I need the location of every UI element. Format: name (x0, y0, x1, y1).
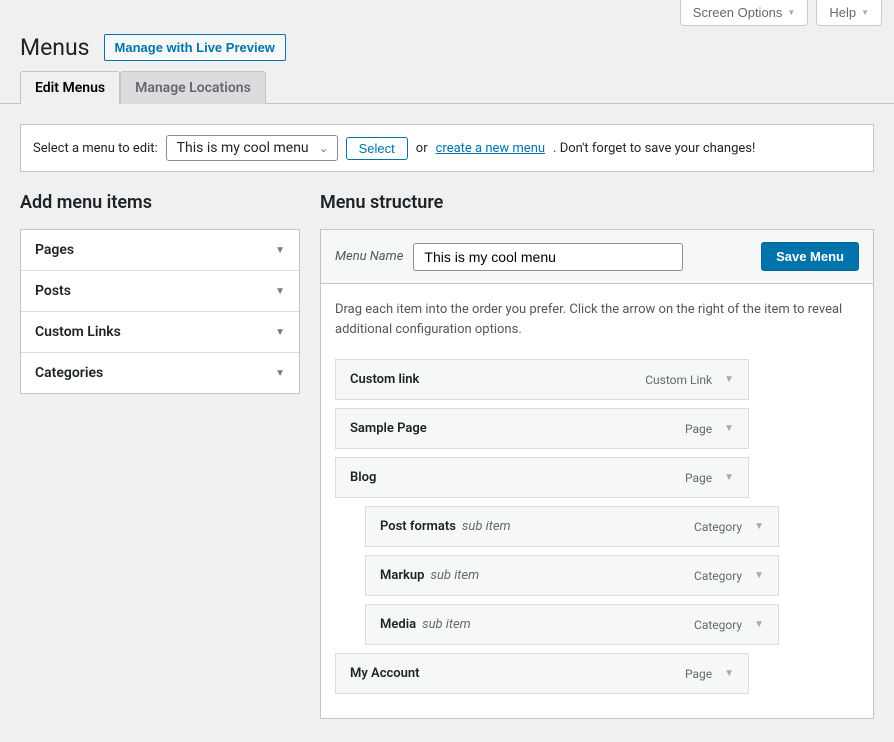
chevron-down-icon: ▼ (861, 8, 869, 17)
menu-item-title: Post formats sub item (380, 519, 511, 534)
tab-manage-locations[interactable]: Manage Locations (120, 71, 266, 104)
accordion-item-custom-links[interactable]: Custom Links ▼ (21, 312, 299, 353)
caret-down-icon[interactable]: ▼ (754, 521, 764, 532)
caret-down-icon: ▼ (275, 245, 285, 256)
instructions-text: Drag each item into the order you prefer… (335, 300, 859, 339)
main-content: Add menu items Pages ▼ Posts ▼ Custom Links ▼… (0, 192, 894, 719)
select-button[interactable]: Select (346, 137, 408, 160)
menu-item-title-text: Post formats (380, 519, 456, 534)
menu-item-type: Category (694, 520, 742, 534)
select-menu-label: Select a menu to edit: (33, 141, 158, 156)
menu-dropdown[interactable]: This is my cool menu ⌄ (166, 135, 338, 161)
accordion-item-pages[interactable]: Pages ▼ (21, 230, 299, 271)
menu-item-type: Page (685, 667, 712, 681)
screen-options-label: Screen Options (693, 5, 783, 20)
accordion-label: Custom Links (35, 324, 121, 340)
menu-item-title: Sample Page (350, 421, 427, 436)
menu-item[interactable]: My Account Page ▼ (335, 653, 749, 694)
menu-item[interactable]: Blog Page ▼ (335, 457, 749, 498)
or-text: or (416, 141, 428, 156)
caret-down-icon: ▼ (275, 286, 285, 297)
menu-item[interactable]: Sample Page Page ▼ (335, 408, 749, 449)
help-button[interactable]: Help ▼ (816, 0, 882, 26)
menu-item-meta: Page ▼ (685, 422, 734, 436)
add-items-panel: Add menu items Pages ▼ Posts ▼ Custom Links ▼… (20, 192, 300, 719)
page-title: Menus (20, 34, 90, 61)
menu-item-title-text: Custom link (350, 372, 419, 387)
caret-down-icon[interactable]: ▼ (724, 423, 734, 434)
menu-name-input[interactable] (413, 243, 683, 271)
structure-heading: Menu structure (320, 192, 874, 213)
chevron-down-icon: ▼ (787, 8, 795, 17)
structure-box: Menu Name Save Menu Drag each item into … (320, 229, 874, 719)
accordion-label: Pages (35, 242, 74, 258)
create-menu-link[interactable]: create a new menu (436, 141, 545, 156)
menu-name-group: Menu Name (335, 243, 683, 271)
menu-item-title: Custom link (350, 372, 419, 387)
structure-header: Menu Name Save Menu (321, 230, 873, 284)
caret-down-icon[interactable]: ▼ (754, 619, 764, 630)
caret-down-icon: ▼ (275, 327, 285, 338)
menu-item[interactable]: Media sub item Category ▼ (365, 604, 779, 645)
menu-item-meta: Category ▼ (694, 569, 764, 583)
menu-item-type: Category (694, 618, 742, 632)
menu-item-meta: Page ▼ (685, 667, 734, 681)
accordion-label: Categories (35, 365, 103, 381)
sub-item-label: sub item (430, 568, 479, 583)
top-bar: Screen Options ▼ Help ▼ (0, 0, 894, 26)
menu-items-list: Custom linkCustom Link▼Sample PagePage▼B… (335, 359, 859, 694)
menu-name-label: Menu Name (335, 249, 403, 264)
caret-down-icon[interactable]: ▼ (754, 570, 764, 581)
sub-item-label: sub item (422, 617, 471, 632)
caret-down-icon[interactable]: ▼ (724, 374, 734, 385)
tabs: Edit Menus Manage Locations (0, 71, 894, 104)
accordion-item-categories[interactable]: Categories ▼ (21, 353, 299, 393)
menu-item-title: My Account (350, 666, 420, 681)
menu-item[interactable]: Custom link Custom Link ▼ (335, 359, 749, 400)
tab-edit-menus[interactable]: Edit Menus (20, 71, 120, 104)
help-label: Help (829, 5, 856, 20)
menu-item-title-text: Media (380, 617, 416, 632)
menu-item[interactable]: Post formats sub item Category ▼ (365, 506, 779, 547)
menu-item-title-text: Sample Page (350, 421, 427, 436)
screen-options-button[interactable]: Screen Options ▼ (680, 0, 809, 26)
accordion: Pages ▼ Posts ▼ Custom Links ▼ Categories ▼ (20, 229, 300, 394)
save-menu-button[interactable]: Save Menu (761, 242, 859, 271)
menu-item-type: Page (685, 422, 712, 436)
menu-item-type: Page (685, 471, 712, 485)
menu-item-title-text: Markup (380, 568, 424, 583)
menu-item-type: Custom Link (645, 373, 712, 387)
menu-item-type: Category (694, 569, 742, 583)
menu-dropdown-value: This is my cool menu (177, 140, 309, 156)
menu-item[interactable]: Markup sub item Category ▼ (365, 555, 779, 596)
accordion-label: Posts (35, 283, 71, 299)
menu-item-title: Blog (350, 470, 376, 485)
structure-body: Drag each item into the order you prefer… (321, 284, 873, 718)
page-header: Menus Manage with Live Preview (0, 26, 894, 71)
menu-item-title: Markup sub item (380, 568, 479, 583)
caret-down-icon[interactable]: ▼ (724, 668, 734, 679)
save-reminder: . Don't forget to save your changes! (553, 141, 755, 156)
menu-item-meta: Category ▼ (694, 618, 764, 632)
chevron-down-icon: ⌄ (319, 141, 329, 155)
menu-item-title-text: My Account (350, 666, 420, 681)
menu-item-meta: Category ▼ (694, 520, 764, 534)
caret-down-icon[interactable]: ▼ (724, 472, 734, 483)
add-items-heading: Add menu items (20, 192, 300, 213)
menu-structure-panel: Menu structure Menu Name Save Menu Drag … (320, 192, 874, 719)
menu-item-title-text: Blog (350, 470, 376, 485)
sub-item-label: sub item (462, 519, 511, 534)
caret-down-icon: ▼ (275, 368, 285, 379)
menu-item-title: Media sub item (380, 617, 471, 632)
menu-item-meta: Custom Link ▼ (645, 373, 734, 387)
accordion-item-posts[interactable]: Posts ▼ (21, 271, 299, 312)
live-preview-button[interactable]: Manage with Live Preview (104, 34, 286, 61)
menu-select-bar: Select a menu to edit: This is my cool m… (20, 124, 874, 172)
menu-item-meta: Page ▼ (685, 471, 734, 485)
